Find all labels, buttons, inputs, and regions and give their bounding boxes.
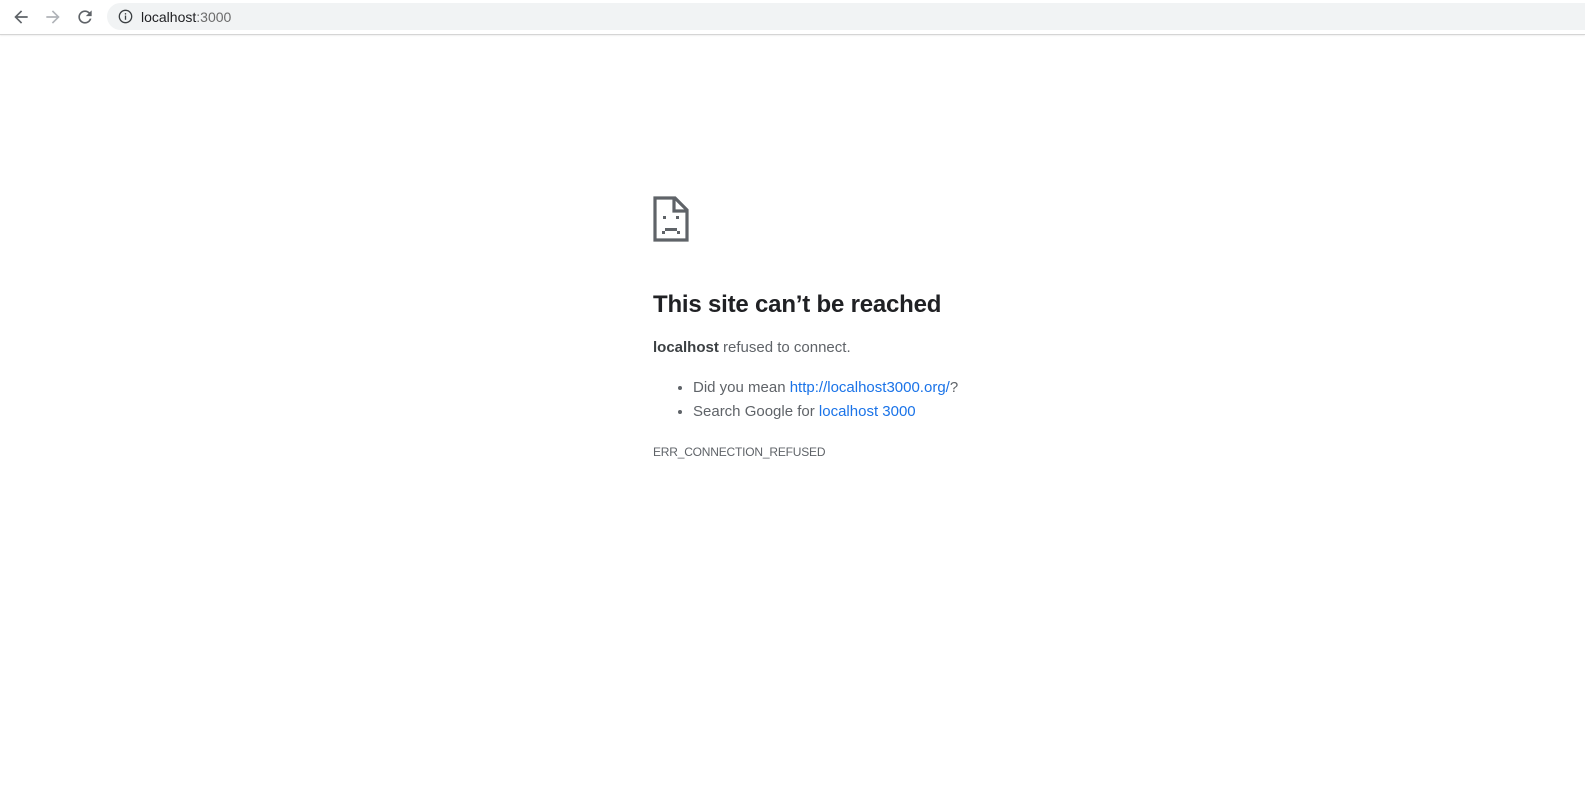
url-port: :3000 xyxy=(196,8,232,25)
arrow-left-icon xyxy=(14,10,28,24)
error-content: This site can’t be reached localhost ref… xyxy=(653,196,1253,459)
search-google-link[interactable]: localhost 3000 xyxy=(819,403,916,420)
reload-icon xyxy=(78,10,92,24)
suggested-url-link[interactable]: http://localhost3000.org/ xyxy=(790,379,950,396)
browser-toolbar: localhost:3000 xyxy=(0,0,1585,35)
error-message: refused to connect. xyxy=(718,339,851,356)
error-description: localhost refused to connect. xyxy=(653,338,1253,358)
back-button[interactable] xyxy=(7,3,35,31)
forward-button[interactable] xyxy=(39,3,67,31)
suggestion-prefix: Search Google for xyxy=(693,403,819,420)
url-host: localhost xyxy=(141,8,197,25)
url-text[interactable]: localhost:3000 xyxy=(141,9,231,25)
error-host: localhost xyxy=(653,339,719,356)
error-title: This site can’t be reached xyxy=(653,291,942,318)
suggestion-prefix: Did you mean xyxy=(693,379,790,396)
reload-button[interactable] xyxy=(71,3,99,31)
error-code: ERR_CONNECTION_REFUSED xyxy=(653,445,826,459)
info-icon[interactable] xyxy=(117,9,133,25)
arrow-right-icon xyxy=(46,10,60,24)
suggestion-did-you-mean: Did you mean http://localhost3000.org/? xyxy=(693,376,1253,400)
suggestion-list: Did you mean http://localhost3000.org/? … xyxy=(653,376,1253,424)
address-bar[interactable]: localhost:3000 xyxy=(107,3,1585,30)
sad-document-icon xyxy=(653,196,689,242)
suggestion-search-google: Search Google for localhost 3000 xyxy=(693,400,1253,424)
suggestion-suffix: ? xyxy=(949,379,959,396)
